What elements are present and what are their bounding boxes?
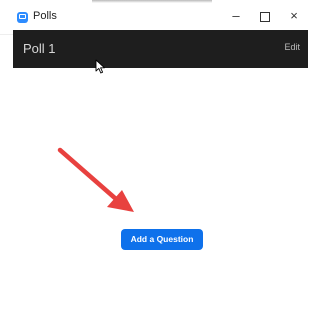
poll-title: Poll 1 bbox=[23, 41, 56, 56]
polls-app-icon bbox=[17, 12, 28, 23]
maximize-icon bbox=[260, 11, 270, 22]
add-question-button[interactable]: Add a Question bbox=[121, 229, 203, 250]
minimize-button[interactable]: – bbox=[225, 5, 247, 27]
mouse-pointer-icon bbox=[95, 59, 105, 74]
edit-button[interactable]: Edit bbox=[284, 42, 300, 52]
maximize-button[interactable] bbox=[254, 5, 276, 27]
red-arrow-icon bbox=[57, 147, 134, 212]
window-top-edge bbox=[92, 0, 212, 3]
close-icon: × bbox=[290, 8, 298, 23]
poll-header: Poll 1 Edit bbox=[13, 30, 308, 68]
window-title: Polls bbox=[33, 10, 57, 22]
minimize-icon: – bbox=[232, 8, 240, 23]
close-button[interactable]: × bbox=[283, 5, 305, 27]
